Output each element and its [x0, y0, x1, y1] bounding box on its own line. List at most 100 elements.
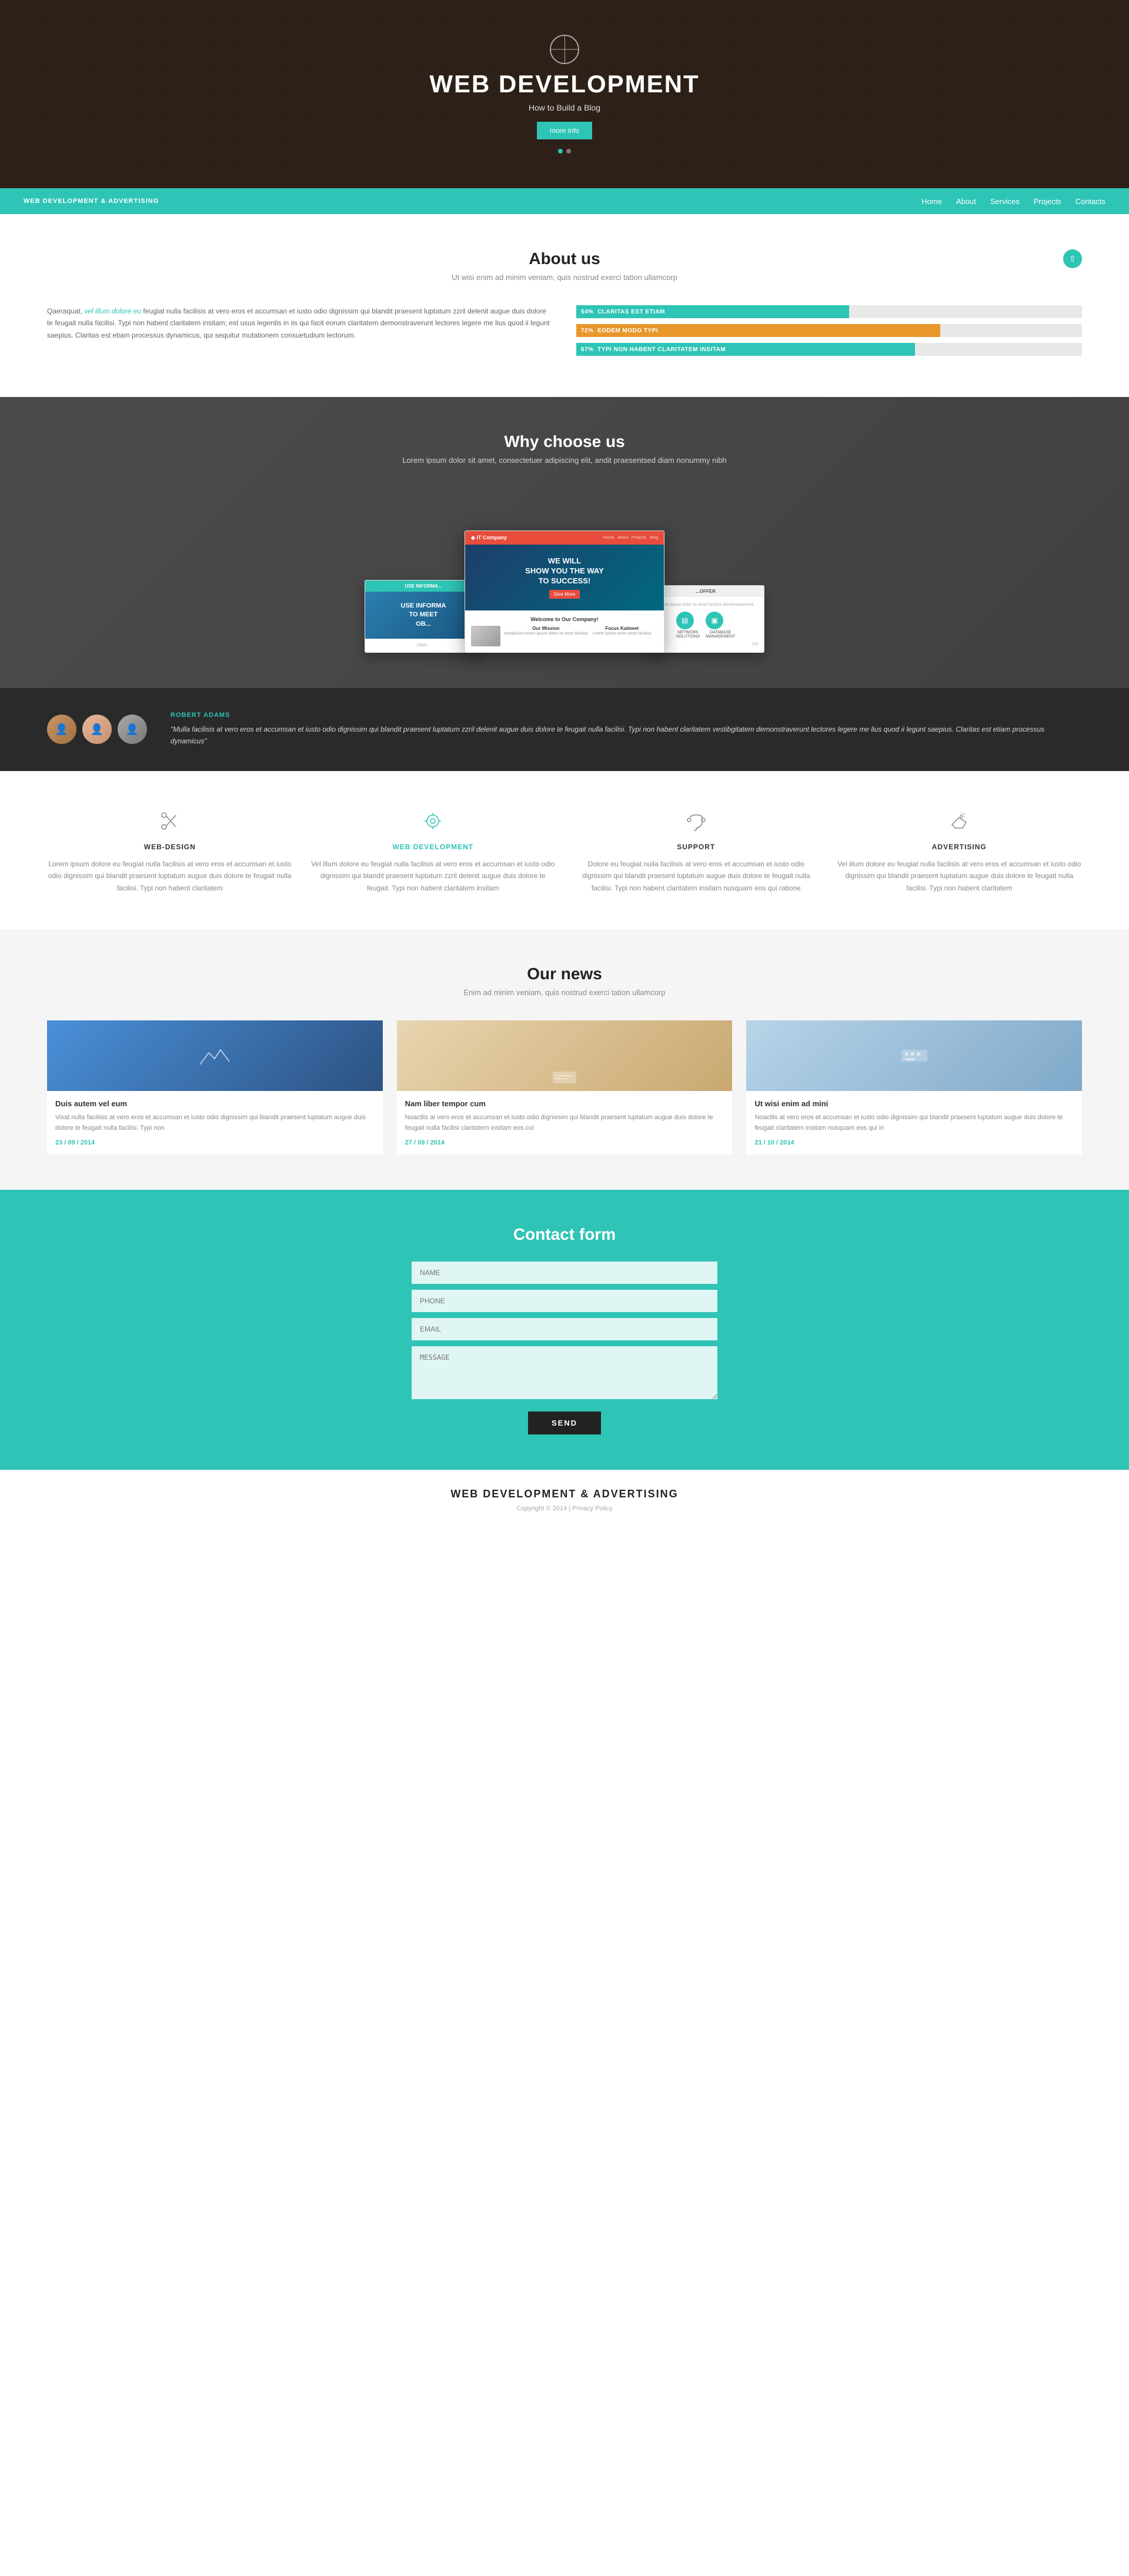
news-title-2: Nam liber tempor cum	[405, 1099, 724, 1108]
contact-phone-input[interactable]	[412, 1290, 717, 1312]
mockup-mission-text: Vestibulum lorem ipsum dolor sit amet fa…	[504, 631, 588, 637]
testimonial-quote: "Mulla facilisis at vero eros et accumsa…	[171, 723, 1082, 748]
contact-name-input[interactable]	[412, 1262, 717, 1284]
testimonial-name: ROBERT ADAMS	[171, 712, 1082, 719]
service-webdev: WEB DEVELOPMENT Vel illum dolore eu feug…	[310, 806, 556, 894]
hero-title: Web Development	[429, 70, 699, 98]
mockup-right-body: Lorem ipsum dolor sit amet facilisis dem…	[647, 597, 764, 652]
mockup-right-desc: Lorem ipsum dolor sit amet facilisis dem…	[653, 603, 758, 607]
hero-section: Web Development How to Build a Blog more…	[0, 0, 1129, 188]
why-mockups: USE INFORMA... USE INFORMATO MEETOB... V…	[47, 488, 1082, 653]
mockup-network-icon-wrap: ▤ NETWORKSOLUTIONS	[676, 612, 700, 639]
news-date-1: 23 / 09 / 2014	[55, 1139, 375, 1146]
news-body-3: Ut wisi enim ad mini Noactlis at vero er…	[746, 1091, 1082, 1154]
service-support-icon	[573, 806, 819, 836]
mockup-center: ◆ IT Company Home About Projects Blog WE…	[465, 530, 664, 653]
service-advertising-title: ADVERTISING	[837, 843, 1083, 851]
mockup-focus-title: Focus Kaimeet	[593, 626, 652, 631]
service-support-text: Dolore eu feugiat nulla facilisis at ver…	[573, 858, 819, 894]
news-title: Our news	[47, 965, 1082, 983]
scroll-up-button[interactable]: ⇧	[1063, 249, 1082, 268]
mockup-center-hero: WE WILLSHOW YOU THE WAYTO SUCCESS! Give …	[465, 545, 664, 610]
news-title-3: Ut wisi enim ad mini	[754, 1099, 1074, 1108]
service-webdev-icon	[310, 806, 556, 836]
hero-dot-2[interactable]	[566, 149, 571, 154]
news-card-2: Nam liber tempor cum Noactlis at vero er…	[397, 1020, 733, 1154]
mockup-center-hero-title: WE WILLSHOW YOU THE WAYTO SUCCESS!	[473, 556, 656, 586]
nav-brand: WEB DEVELOPMENT & ADVERTISING	[24, 198, 159, 205]
contact-title: Contact form	[47, 1225, 1082, 1244]
footer-brand: WEB DEVELOPMENT & ADVERTISING	[18, 1488, 1111, 1500]
hero-dot-1[interactable]	[558, 149, 563, 154]
mockup-network-icon: ▤	[676, 612, 694, 629]
testimonial-section: 👤 👤 👤 ROBERT ADAMS "Mulla facilisis at v…	[0, 688, 1129, 771]
mockup-mission-title: Our Mission	[504, 626, 588, 631]
contact-message-input[interactable]	[412, 1346, 717, 1399]
about-bars: 54% CLARITAS EST ETIAM 72% EODEM MODO TY…	[576, 305, 1082, 362]
mockup-icon-row: ▤ NETWORKSOLUTIONS ▣ DATABASEMANAGEMENT	[653, 612, 758, 639]
news-section: Our news Enim ad minim veniam, quis nost…	[0, 929, 1129, 1190]
mockup-db-label: DATABASEMANAGEMENT	[706, 630, 735, 639]
main-nav: WEB DEVELOPMENT & ADVERTISING Home About…	[0, 188, 1129, 214]
news-title-1: Duis autem vel eum	[55, 1099, 375, 1108]
contact-send-button[interactable]: SEND	[528, 1412, 601, 1434]
nav-link-contacts[interactable]: Contacts	[1075, 197, 1105, 206]
news-card-3: Ut wisi enim ad mini Noactlis at vero er…	[746, 1020, 1082, 1154]
news-text-1: Vixat nulla facilisis at vero eros et ac…	[55, 1113, 375, 1133]
mockup-network-label: NETWORKSOLUTIONS	[676, 630, 700, 639]
avatar-3[interactable]: 👤	[118, 715, 147, 744]
mockup-nav-items: Home About Projects Blog	[603, 536, 658, 540]
nav-link-services[interactable]: Services	[990, 197, 1020, 206]
contact-form: SEND	[412, 1262, 717, 1434]
mockup-right-header: ...OFFER	[647, 586, 764, 597]
bar-item-1: 54% CLARITAS EST ETIAM	[576, 305, 1082, 318]
service-webdesign-icon	[47, 806, 293, 836]
about-title: About us	[47, 249, 1082, 268]
nav-link-home[interactable]: Home	[921, 197, 942, 206]
why-title: Why choose us	[47, 432, 1082, 451]
nav-link-projects[interactable]: Projects	[1034, 197, 1061, 206]
testimonial-avatars: 👤 👤 👤	[47, 715, 147, 744]
mockup-db-icon-wrap: ▣ DATABASEMANAGEMENT	[706, 612, 735, 639]
about-subtitle: Ut wisi enim ad minim veniam, quis nostr…	[47, 273, 1082, 282]
avatar-2[interactable]: 👤	[82, 715, 112, 744]
about-section: About us Ut wisi enim ad minim veniam, q…	[0, 214, 1129, 397]
mockup-right: ...OFFER Lorem ipsum dolor sit amet faci…	[647, 585, 764, 653]
why-section: Why choose us Lorem ipsum dolor sit amet…	[0, 397, 1129, 688]
hero-subtitle: How to Build a Blog	[529, 103, 600, 112]
bar-label-2: 72% EODEM MODO TYPI	[581, 328, 658, 334]
mockup-focus-box: Focus Kaimeet Lorem ipsum dolor amet fac…	[593, 626, 652, 637]
news-body-2: Nam liber tempor cum Noactlis at vero er…	[397, 1091, 733, 1154]
news-text-2: Noactlis at vero eros et accumsan et ius…	[405, 1113, 724, 1133]
service-webdesign-title: WEB-DESIGN	[47, 843, 293, 851]
services-grid: WEB-DESIGN Lorem ipsum dolore eu feugiat…	[47, 806, 1082, 894]
bar-label-1: 54% CLARITAS EST ETIAM	[581, 309, 665, 315]
service-webdesign-text: Lorem ipsum dolore eu feugiat nulla faci…	[47, 858, 293, 894]
mockup-logo: ◆ IT Company	[471, 535, 507, 541]
service-advertising: ADVERTISING Vel illum dolore eu feugiat …	[837, 806, 1083, 894]
service-webdesign: WEB-DESIGN Lorem ipsum dolore eu feugiat…	[47, 806, 293, 894]
mockup-mission-box: Our Mission Vestibulum lorem ipsum dolor…	[504, 626, 588, 637]
hero-cta-button[interactable]: more info	[537, 122, 592, 139]
mockup-row: Our Mission Vestibulum lorem ipsum dolor…	[471, 626, 658, 646]
mockup-center-cta: Give More	[549, 590, 580, 599]
news-text-3: Noactlis at vero eros et accumsan et ius…	[754, 1113, 1074, 1133]
nav-links: Home About Services Projects Contacts	[921, 197, 1105, 206]
news-subtitle: Enim ad minim veniam, quis nostrud exerc…	[47, 988, 1082, 997]
news-img-3	[746, 1020, 1082, 1091]
mockup-mission: Our Mission Vestibulum lorem ipsum dolor…	[504, 626, 658, 646]
service-advertising-text: Vel illum dolore eu feugiat nulla facili…	[837, 858, 1083, 894]
mockup-img	[471, 626, 500, 646]
contact-email-input[interactable]	[412, 1318, 717, 1340]
bar-item-3: 67% TYPI NON HABENT CLARITATEM INSITAM	[576, 343, 1082, 356]
mockup-company-title: Welcome to Our Company!	[471, 616, 658, 622]
why-subtitle: Lorem ipsum dolor sit amet, consectetuer…	[47, 456, 1082, 465]
service-webdev-text: Vel illum dolore eu feugiat nulla facili…	[310, 858, 556, 894]
mockup-left-text: USE INFORMATO MEETOB...	[401, 602, 446, 629]
nav-link-about[interactable]: About	[956, 197, 976, 206]
mockup-us-label: US	[653, 642, 758, 646]
bar-item-2: 72% EODEM MODO TYPI	[576, 324, 1082, 337]
news-card-1: Duis autem vel eum Vixat nulla facilisis…	[47, 1020, 383, 1154]
service-webdev-title: WEB DEVELOPMENT	[310, 843, 556, 851]
avatar-1[interactable]: 👤	[47, 715, 76, 744]
